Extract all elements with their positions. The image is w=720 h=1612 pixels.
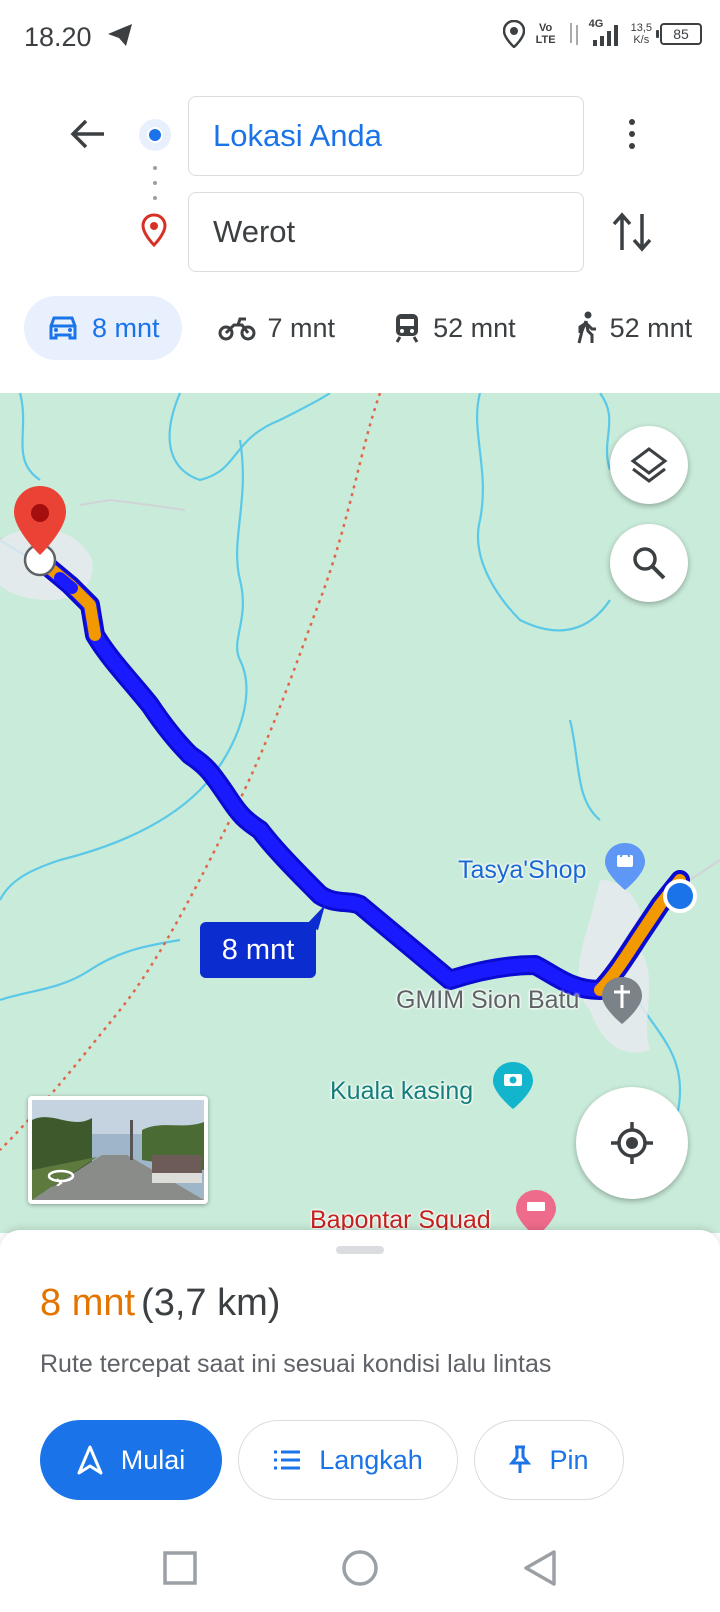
tab-transit[interactable]: 52 mnt bbox=[371, 296, 538, 360]
route-duration: 8 mnt bbox=[40, 1282, 136, 1324]
tab-motorcycle[interactable]: 7 mnt bbox=[196, 296, 358, 360]
route-summary: 8 mnt (3,7 km) bbox=[40, 1282, 280, 1325]
start-button[interactable]: Mulai bbox=[40, 1420, 222, 1500]
home-button[interactable] bbox=[340, 1548, 380, 1588]
more-options-button[interactable] bbox=[612, 112, 652, 156]
train-icon bbox=[395, 314, 419, 343]
layers-button[interactable] bbox=[610, 426, 688, 504]
sheet-drag-handle[interactable] bbox=[336, 1246, 384, 1254]
origin-dot-icon bbox=[139, 119, 171, 151]
steps-button[interactable]: Langkah bbox=[238, 1420, 458, 1500]
street-view-thumbnail[interactable] bbox=[28, 1096, 208, 1204]
tab-walking[interactable]: 52 mnt bbox=[552, 296, 715, 360]
telegram-icon bbox=[108, 24, 132, 46]
walk-icon bbox=[577, 311, 596, 344]
route-distance: (3,7 km) bbox=[141, 1282, 281, 1324]
status-bar: 18.20 Vo LTE 4G 13,5 K/s 85 bbox=[0, 0, 720, 72]
pin-button[interactable]: Pin bbox=[474, 1420, 624, 1500]
destination-pin-icon bbox=[141, 213, 167, 247]
back-nav-button[interactable] bbox=[520, 1548, 560, 1588]
recent-apps-button[interactable] bbox=[160, 1548, 200, 1588]
search-icon bbox=[633, 547, 666, 580]
system-nav-bar bbox=[0, 1530, 720, 1612]
route-description: Rute tercepat saat ini sesuai kondisi la… bbox=[40, 1350, 552, 1378]
poi-label[interactable]: GMIM Sion Batu bbox=[396, 986, 579, 1015]
poi-label[interactable]: Kuala kasing bbox=[330, 1077, 473, 1106]
tab-driving[interactable]: 8 mnt bbox=[24, 296, 182, 360]
tab-driving-label: 8 mnt bbox=[92, 312, 160, 343]
swap-button[interactable] bbox=[610, 208, 654, 256]
navigation-arrow-icon bbox=[77, 1445, 103, 1475]
pin-button-label: Pin bbox=[549, 1444, 589, 1475]
rotate-360-icon bbox=[47, 1169, 75, 1186]
tab-motorcycle-label: 7 mnt bbox=[267, 312, 336, 343]
net-speed: 13,5 K/s bbox=[630, 22, 652, 46]
route-duration-badge[interactable]: 8 mnt bbox=[200, 922, 316, 978]
back-button[interactable] bbox=[66, 112, 110, 156]
arrow-back-icon bbox=[70, 119, 104, 149]
status-time: 18.20 bbox=[24, 22, 92, 52]
pushpin-icon bbox=[509, 1445, 532, 1473]
start-button-label: Mulai bbox=[120, 1444, 186, 1475]
crosshair-icon bbox=[611, 1122, 653, 1164]
steps-button-label: Langkah bbox=[319, 1444, 423, 1475]
volte-indicator: Vo LTE bbox=[535, 22, 556, 46]
search-along-route-button[interactable] bbox=[610, 524, 688, 602]
route-dots-icon bbox=[152, 166, 158, 200]
tab-walking-label: 52 mnt bbox=[609, 312, 693, 343]
signal-icon: 4G bbox=[589, 18, 623, 48]
list-icon bbox=[274, 1450, 301, 1470]
car-icon bbox=[49, 316, 77, 340]
travel-mode-tabs: 8 mnt 7 mnt 52 mnt 52 mnt bbox=[24, 296, 720, 360]
poi-label[interactable]: Tasya'Shop bbox=[458, 856, 586, 885]
motorcycle-icon bbox=[218, 317, 256, 341]
battery-indicator: 85 bbox=[656, 23, 702, 45]
destination-input[interactable]: Werot bbox=[188, 192, 584, 272]
location-icon bbox=[502, 20, 525, 48]
layers-icon bbox=[630, 447, 668, 483]
data-arrows-icon bbox=[569, 23, 578, 45]
tab-transit-label: 52 mnt bbox=[433, 312, 516, 343]
my-location-button[interactable] bbox=[576, 1087, 688, 1199]
origin-input[interactable]: Lokasi Anda bbox=[188, 96, 584, 176]
